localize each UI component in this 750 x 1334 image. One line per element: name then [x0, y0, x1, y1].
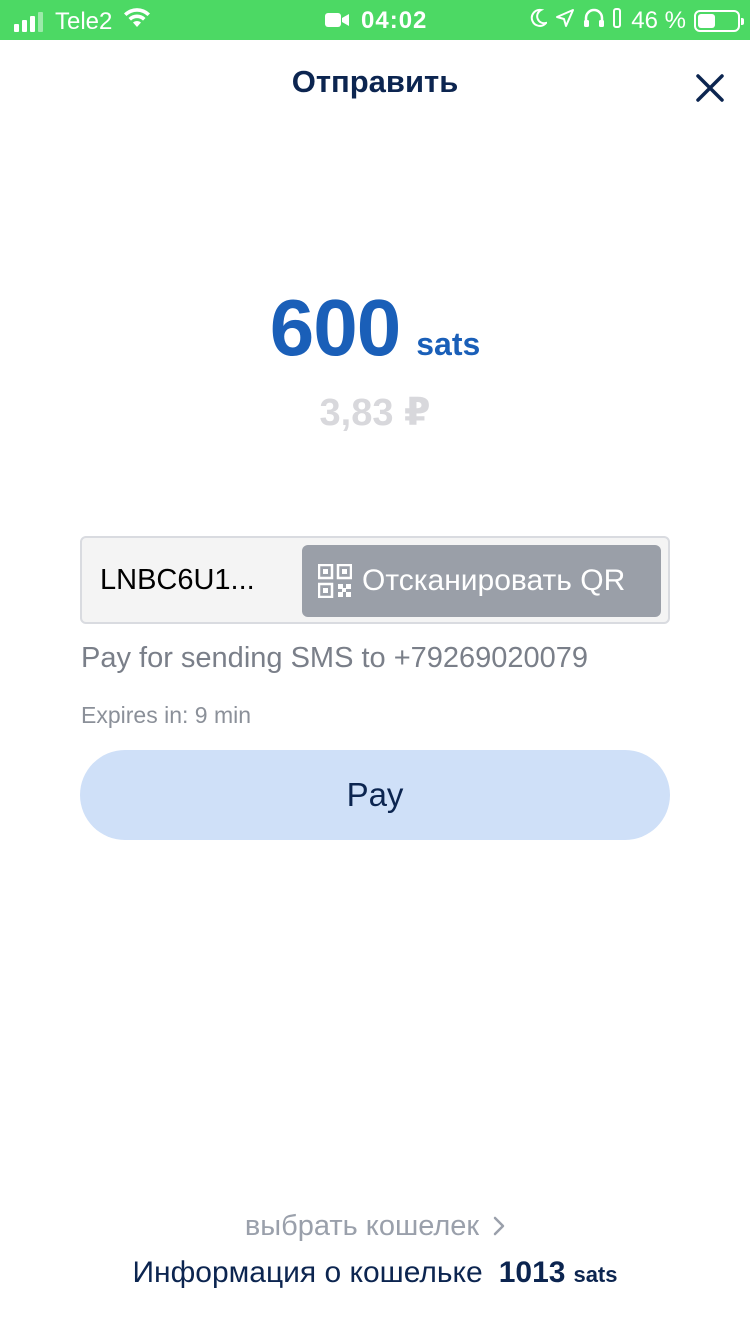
page-title: Отправить [291, 64, 459, 99]
pay-button-label: Pay [346, 776, 404, 813]
invoice-field[interactable]: LNBC6U1... Отсканировать QR [80, 536, 670, 624]
wallet-info-label: Информация о кошельке [132, 1256, 483, 1289]
send-screen: Tele2 04:02 46 % Отправить 600 sats 3,83… [0, 0, 750, 1334]
wallet-balance-unit: sats [573, 1262, 618, 1287]
wallet-balance: 1013 [498, 1256, 566, 1289]
orientation-lock-icon [613, 7, 622, 35]
amount-value: 600 [269, 283, 401, 372]
invoice-memo: Pay for sending SMS to +79269020079 [81, 642, 589, 674]
headphones-icon [583, 7, 605, 35]
status-time: 04:02 [361, 7, 428, 34]
status-center: 04:02 [325, 7, 427, 35]
chevron-right-icon [493, 1211, 505, 1244]
close-icon [696, 74, 724, 102]
moon-icon [529, 7, 550, 35]
location-arrow-icon [555, 7, 575, 35]
battery-level [698, 14, 716, 28]
choose-wallet-label: выбрать кошелек [244, 1210, 480, 1242]
wallet-info[interactable]: Информация о кошельке 1013 sats [0, 1256, 750, 1290]
invoice-input[interactable]: LNBC6U1... [100, 538, 255, 622]
scan-qr-button[interactable]: Отсканировать QR [302, 545, 661, 617]
facetime-icon [325, 7, 349, 35]
scan-qr-label: Отсканировать QR [362, 564, 626, 597]
battery-icon [694, 10, 744, 32]
close-button[interactable] [688, 66, 732, 110]
status-right: 46 % [521, 7, 744, 35]
qr-code-icon [318, 564, 352, 598]
status-bar: Tele2 04:02 46 % [0, 0, 750, 40]
signal-icon [14, 11, 46, 32]
carrier-name: Tele2 [55, 7, 113, 35]
invoice-expiry: Expires in: 9 min [81, 702, 252, 728]
wifi-icon [122, 7, 152, 36]
status-left: Tele2 [14, 7, 152, 36]
fiat-amount: 3,83 ₽ [319, 392, 431, 434]
battery-percent: 46 % [631, 7, 686, 34]
amount-display: 600 sats [0, 282, 750, 374]
choose-wallet-link[interactable]: выбрать кошелек [0, 1210, 750, 1244]
amount-unit: sats [416, 326, 481, 362]
pay-button[interactable]: Pay [80, 750, 670, 840]
